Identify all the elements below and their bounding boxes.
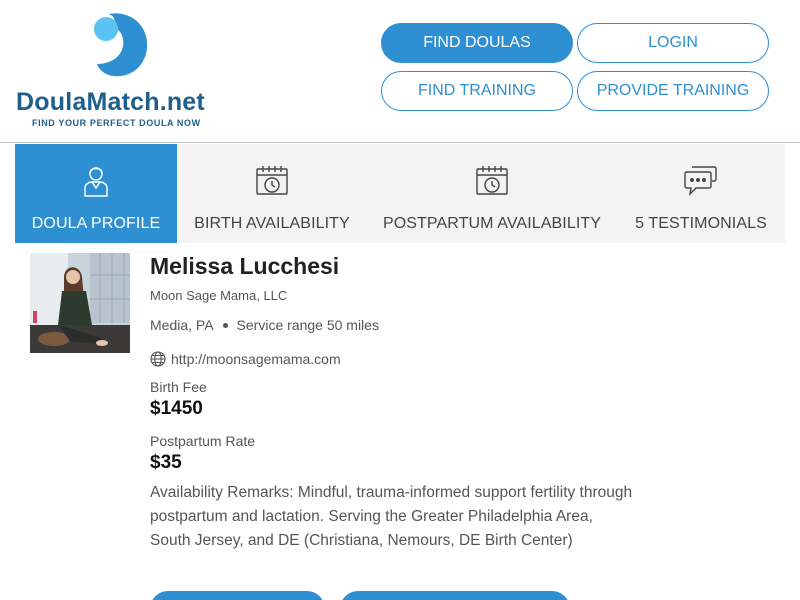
tab-doula-profile[interactable]: DOULA PROFILE [15,144,177,243]
calendar-clock-icon [256,166,288,195]
tab-testimonials[interactable]: 5 TESTIMONIALS [617,144,785,243]
website-link[interactable]: http://moonsagemama.com [171,351,341,367]
chat-bubbles-icon [684,166,717,197]
login-button[interactable]: LOGIN [577,23,769,63]
profile-tabs: DOULA PROFILE BIRTH AVAILABILITY POSTPAR… [15,144,785,243]
person-icon [84,167,108,197]
service-range-text: Service range 50 miles [236,317,379,333]
find-training-button[interactable]: FIND TRAINING [381,71,573,111]
birth-fee-value: $1450 [150,398,203,419]
tab-label: 5 TESTIMONIALS [635,215,767,232]
website-row[interactable]: http://moonsagemama.com [150,351,341,367]
logo-wordmark: DoulaMatch.net [16,88,205,116]
tab-label: POSTPARTUM AVAILABILITY [382,215,602,232]
doula-name: Melissa Lucchesi [150,253,340,279]
calendar-clock-icon [476,166,508,195]
doula-photo-image [30,253,130,353]
business-name: Moon Sage Mama, LLC [150,288,288,303]
location-row: Media, PA Service range 50 miles [150,317,379,333]
site-logo[interactable]: DoulaMatch.net FIND YOUR PERFECT DOULA N… [16,12,216,132]
find-doulas-button[interactable]: FIND DOULAS [381,23,573,63]
tab-birth-availability[interactable]: BIRTH AVAILABILITY [177,144,367,243]
action-button[interactable] [340,591,570,600]
postpartum-rate-label: Postpartum Rate [150,433,256,449]
doula-photo [30,253,130,353]
logo-mark-icon [94,13,148,77]
availability-remarks: Availability Remarks: Mindful, trauma-in… [150,484,633,549]
postpartum-rate-value: $35 [150,452,182,473]
tab-postpartum-availability[interactable]: POSTPARTUM AVAILABILITY [367,144,617,243]
logo-tagline: FIND YOUR PERFECT DOULA NOW [32,118,201,128]
contact-button[interactable] [150,591,325,600]
location-text: Media, PA [150,317,214,333]
provide-training-button[interactable]: PROVIDE TRAINING [577,71,769,111]
tab-label: DOULA PROFILE [31,215,161,232]
separator-dot [222,322,228,328]
globe-icon [150,351,166,367]
birth-fee-label: Birth Fee [150,379,207,395]
site-header: DoulaMatch.net FIND YOUR PERFECT DOULA N… [0,0,800,143]
tab-label: BIRTH AVAILABILITY [194,215,350,232]
